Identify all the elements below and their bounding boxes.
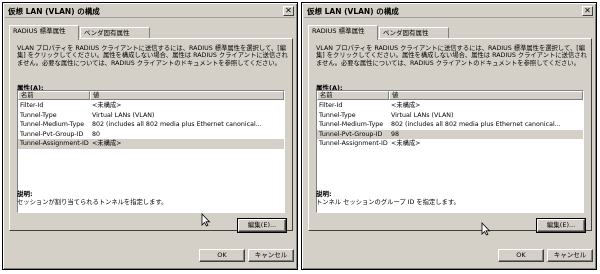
close-icon[interactable]: ✕ [283, 6, 294, 16]
attributes-list[interactable]: 名前 値 Filter-Id <未構成> Tunnel-Type Virtual… [316, 90, 584, 213]
tab-panel: VLAN プロパティを RADIUS クライアントに送信するには、RADIUS … [9, 38, 293, 233]
mouse-cursor-icon [481, 222, 491, 236]
column-header-name[interactable]: 名前 [18, 91, 90, 100]
row-name: Tunnel-Pvt-Group-ID [20, 130, 84, 138]
row-name: Tunnel-Medium-Type [20, 121, 85, 128]
table-row[interactable]: Tunnel-Medium-Type 802 (includes all 802… [18, 120, 284, 130]
row-value: Virtual LANs (VLAN) [92, 111, 155, 119]
cancel-button[interactable]: キャンセル [248, 249, 294, 262]
row-name: Tunnel-Assignment-ID [319, 140, 388, 147]
row-value: <未構成> [391, 102, 421, 109]
ok-button[interactable]: OK [199, 249, 245, 262]
edit-button[interactable]: 編集(E)... [536, 218, 586, 233]
dialog-title: 仮想 LAN (VLAN) の構成 [307, 7, 399, 16]
list-rows: Filter-Id <未構成> Tunnel-Type Virtual LANs… [317, 101, 583, 149]
title-bar[interactable]: 仮想 LAN (VLAN) の構成 ✕ [5, 5, 295, 18]
vlan-config-dialog-right: 仮想 LAN (VLAN) の構成 ✕ RADIUS 標準属性 ベンダ固有属性 … [301, 2, 597, 270]
list-header: 名前 値 [317, 91, 583, 100]
explanation-text: セッションが割り当てられるトンネルを指定します。 [17, 199, 168, 206]
table-row[interactable]: Tunnel-Type Virtual LANs (VLAN) [18, 111, 284, 121]
row-value: 802 (includes all 802 media plus Etherne… [391, 121, 561, 128]
row-name: Tunnel-Pvt-Group-ID [319, 130, 383, 138]
table-row[interactable]: Tunnel-Medium-Type 802 (includes all 802… [317, 120, 583, 130]
table-row[interactable]: Filter-Id <未構成> [317, 101, 583, 111]
row-name: Tunnel-Type [319, 111, 356, 119]
cancel-button[interactable]: キャンセル [547, 249, 593, 262]
row-value: Virtual LANs (VLAN) [391, 111, 454, 119]
description-text: VLAN プロパティを RADIUS クライアントに送信するには、RADIUS … [17, 45, 288, 67]
table-row-selected[interactable]: Tunnel-Pvt-Group-ID 98 [317, 129, 583, 139]
row-value: 802 (includes all 802 media plus Etherne… [92, 121, 262, 128]
list-header: 名前 値 [18, 91, 284, 100]
row-name: Filter-Id [319, 102, 343, 109]
row-value: <未構成> [92, 102, 122, 109]
tab-radius-standard[interactable]: RADIUS 標準属性 [9, 25, 79, 40]
table-row-selected[interactable]: Tunnel-Assignment-ID <未構成> [18, 139, 284, 149]
row-name: Tunnel-Medium-Type [319, 121, 384, 128]
tab-panel: VLAN プロパティを RADIUS クライアントに送信するには、RADIUS … [308, 38, 592, 233]
row-name: Filter-Id [20, 102, 44, 109]
ok-button[interactable]: OK [498, 249, 544, 262]
row-name: Tunnel-Type [20, 111, 57, 119]
description-text: VLAN プロパティを RADIUS クライアントに送信するには、RADIUS … [316, 45, 587, 67]
row-name: Tunnel-Assignment-ID [20, 140, 89, 147]
tab-radius-standard[interactable]: RADIUS 標準属性 [308, 25, 378, 40]
title-bar[interactable]: 仮想 LAN (VLAN) の構成 ✕ [304, 5, 594, 18]
column-header-value[interactable]: 値 [90, 91, 284, 100]
column-header-value[interactable]: 値 [389, 91, 583, 100]
vlan-config-dialog-left: 仮想 LAN (VLAN) の構成 ✕ RADIUS 標準属性 ベンダ固有属性 … [2, 2, 298, 270]
row-value: <未構成> [92, 140, 122, 147]
row-value: 80 [92, 130, 101, 138]
explanation-text: トンネル セッションのグループ ID を指定します。 [316, 199, 460, 206]
row-value: <未構成> [391, 140, 421, 147]
table-row[interactable]: Tunnel-Pvt-Group-ID 80 [18, 130, 284, 140]
close-icon[interactable]: ✕ [582, 6, 593, 16]
list-rows: Filter-Id <未構成> Tunnel-Type Virtual LANs… [18, 101, 284, 149]
edit-button[interactable]: 編集(E)... [237, 218, 287, 233]
row-value: 98 [391, 130, 400, 138]
mouse-cursor-icon [201, 213, 211, 227]
table-row[interactable]: Tunnel-Assignment-ID <未構成> [317, 139, 583, 149]
dialog-title: 仮想 LAN (VLAN) の構成 [8, 7, 100, 16]
table-row[interactable]: Filter-Id <未構成> [18, 101, 284, 111]
attributes-list[interactable]: 名前 値 Filter-Id <未構成> Tunnel-Type Virtual… [17, 90, 285, 213]
column-header-name[interactable]: 名前 [317, 91, 389, 100]
table-row[interactable]: Tunnel-Type Virtual LANs (VLAN) [317, 111, 583, 121]
